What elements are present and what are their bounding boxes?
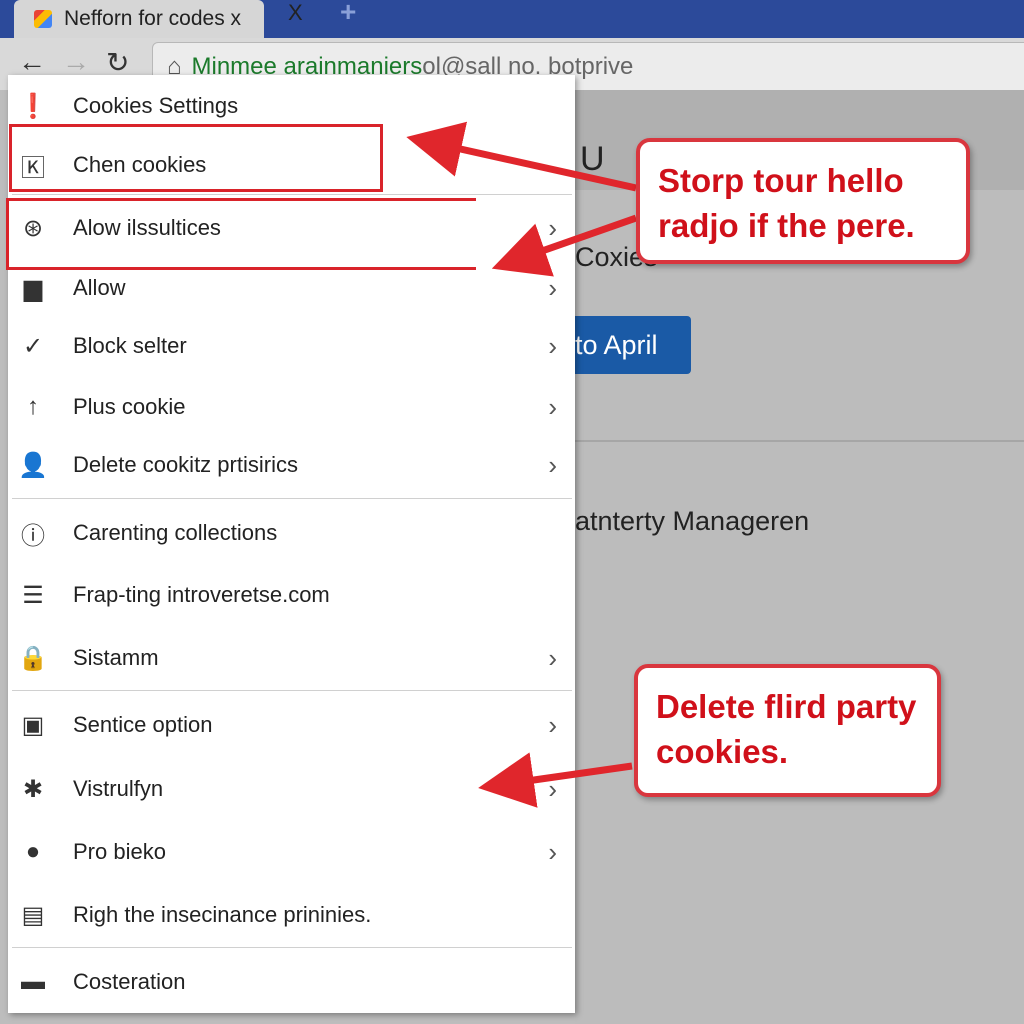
callout-bottom: Delete flird party cookies. <box>634 664 941 797</box>
arrow <box>406 121 637 192</box>
arrow <box>478 752 633 808</box>
arrow <box>491 214 638 277</box>
callout-top: Storp tour hello radjo if the pere. <box>636 138 970 264</box>
